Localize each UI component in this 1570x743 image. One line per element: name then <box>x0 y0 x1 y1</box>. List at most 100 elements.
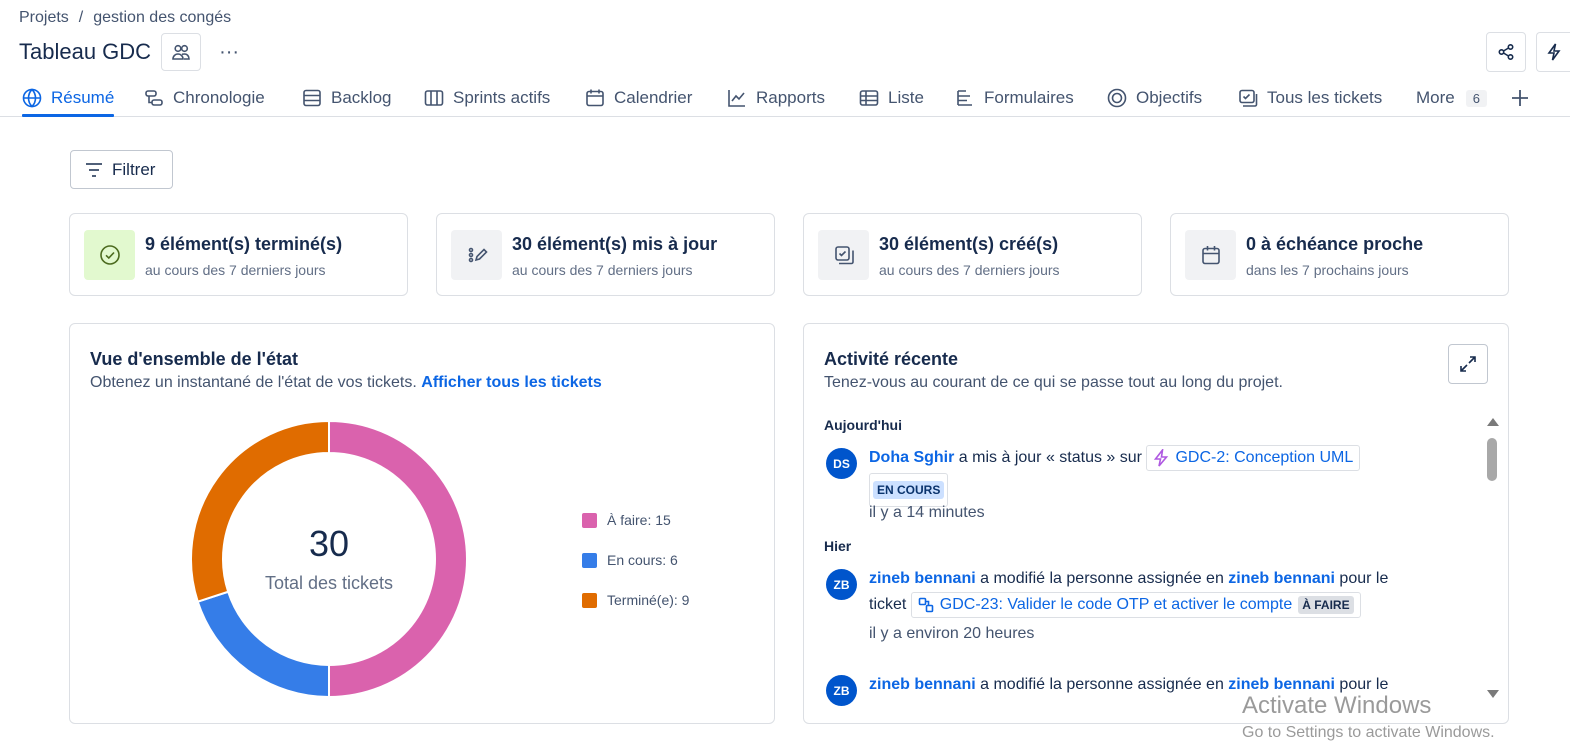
activity-user-link[interactable]: Doha Sghir <box>869 449 954 466</box>
view-all-tickets-link[interactable]: Afficher tous les tickets <box>421 374 602 391</box>
tab-objectifs[interactable]: Objectifs <box>1107 80 1202 116</box>
description-text: Obtenez un instantané de l'état de vos t… <box>90 374 417 391</box>
legend-swatch <box>582 552 597 568</box>
form-icon <box>957 90 972 106</box>
stat-title: 30 élément(s) mis à jour <box>512 234 718 254</box>
activity-user-link[interactable]: zineb bennani <box>869 676 976 693</box>
activity-text: Doha Sghir a mis à jour « status » sur G… <box>869 445 1429 508</box>
activity-action: a modifié la personne assignée en <box>980 570 1224 587</box>
avatar[interactable]: ZB <box>826 675 857 706</box>
tab-bar: Résumé Chronologie Backlog Sprints actif… <box>0 80 1570 117</box>
stat-card-updated[interactable]: 30 élément(s) mis à jour au cours des 7 … <box>436 213 775 296</box>
add-tab-button[interactable] <box>1510 80 1530 116</box>
activity-action: a modifié la personne assignée en <box>980 676 1224 693</box>
assignee-link[interactable]: zineb bennani <box>1228 676 1335 693</box>
ticket-title: GDC-2: Conception UML <box>1175 449 1354 466</box>
share-icon <box>1498 43 1514 61</box>
timeline-icon <box>145 90 163 106</box>
expand-icon <box>1460 356 1476 372</box>
filter-button[interactable]: Filtrer <box>70 150 173 189</box>
scroll-thumb[interactable] <box>1487 438 1497 481</box>
donut-slice-en-cours[interactable] <box>196 590 330 699</box>
avatar[interactable]: DS <box>826 448 857 479</box>
activity-scrollbar[interactable] <box>1486 418 1499 698</box>
stat-icon-wrap <box>818 230 869 280</box>
donut-slice--faire[interactable] <box>328 419 468 699</box>
tab-rapports[interactable]: Rapports <box>727 80 825 116</box>
legend-item[interactable]: En cours: 6 <box>582 550 689 570</box>
calendar-icon <box>586 89 604 107</box>
activity-user-link[interactable]: zineb bennani <box>869 570 976 587</box>
stat-subtitle: au cours des 7 derniers jours <box>879 262 1060 278</box>
ticket-link[interactable]: GDC-2: Conception UML <box>1146 445 1361 471</box>
more-actions-button[interactable]: ··· <box>209 33 249 71</box>
page-title: Tableau GDC <box>19 39 152 64</box>
legend-label: Terminé(e): 9 <box>607 592 690 608</box>
edit-icon <box>468 247 488 263</box>
tab-chronologie[interactable]: Chronologie <box>144 80 265 116</box>
tab-label: Formulaires <box>984 88 1074 107</box>
stat-card-due-soon[interactable]: 0 à échéance proche dans les 7 prochains… <box>1170 213 1509 296</box>
chart-line-icon <box>728 90 745 107</box>
ticket-link[interactable]: GDC-23: Valider le code OTP et activer l… <box>910 592 1361 618</box>
stat-subtitle: au cours des 7 derniers jours <box>512 262 693 278</box>
team-button[interactable] <box>161 33 202 71</box>
tab-resume[interactable]: Résumé <box>22 80 115 117</box>
day-label-today: Aujourd'hui <box>824 417 902 433</box>
target-icon <box>1107 88 1127 108</box>
avatar[interactable]: ZB <box>826 569 857 600</box>
chart-legend: À faire: 15 En cours: 6 Terminé(e): 9 <box>582 510 689 630</box>
legend-item[interactable]: À faire: 15 <box>582 510 689 530</box>
tab-label: Backlog <box>331 88 392 107</box>
legend-label: À faire: 15 <box>607 512 671 528</box>
tab-label: Tous les tickets <box>1267 88 1383 107</box>
activity-suffix: pour le <box>1339 676 1389 693</box>
stat-card-done[interactable]: 9 élément(s) terminé(s) au cours des 7 d… <box>69 213 408 296</box>
created-icon <box>834 246 854 265</box>
panel-description: Obtenez un instantané de l'état de vos t… <box>90 374 602 392</box>
activity-time: il y a 14 minutes <box>869 504 985 521</box>
tab-more[interactable]: More 6 <box>1416 80 1487 116</box>
assignee-link[interactable]: zineb bennani <box>1228 570 1335 587</box>
activity-action: a mis à jour « status » sur <box>958 449 1142 467</box>
legend-swatch <box>582 592 597 608</box>
tab-backlog[interactable]: Backlog <box>302 80 391 116</box>
backlog-icon <box>303 89 321 107</box>
tab-label: More <box>1416 88 1455 107</box>
tab-label: Liste <box>888 88 924 107</box>
automation-button[interactable] <box>1536 32 1570 72</box>
breadcrumb-separator: / <box>78 9 84 26</box>
windows-activation-watermark: Activate Windows Go to Settings to activ… <box>1242 692 1495 742</box>
breadcrumb-project-link[interactable]: gestion des congés <box>93 9 231 27</box>
share-button[interactable] <box>1486 32 1526 72</box>
stat-card-created[interactable]: 30 élément(s) créé(s) au cours des 7 der… <box>803 213 1142 296</box>
more-count-badge: 6 <box>1465 89 1487 107</box>
stat-icon-wrap <box>84 230 135 280</box>
calendar-icon <box>1201 246 1220 265</box>
legend-label: En cours: 6 <box>607 552 678 568</box>
panel-description: Tenez-vous au courant de ce qui se passe… <box>824 374 1283 391</box>
day-label-yesterday: Hier <box>824 538 852 554</box>
recent-activity-panel: Activité récente Tenez-vous au courant d… <box>803 323 1509 724</box>
tab-label: Objectifs <box>1136 88 1203 107</box>
status-badge-wrap: EN COURS <box>869 473 949 508</box>
tab-calendrier[interactable]: Calendrier <box>585 80 692 116</box>
globe-icon <box>22 88 42 108</box>
tab-sprints-actifs[interactable]: Sprints actifs <box>424 80 550 116</box>
tab-label: Sprints actifs <box>453 88 551 107</box>
scroll-up-arrow-icon[interactable] <box>1487 418 1499 426</box>
breadcrumb-projects-link[interactable]: Projets <box>19 9 69 27</box>
tab-liste[interactable]: Liste <box>859 80 924 116</box>
watermark-title: Activate Windows <box>1242 692 1432 719</box>
tab-tous-les-tickets[interactable]: Tous les tickets <box>1238 80 1382 116</box>
tab-formulaires[interactable]: Formulaires <box>955 80 1074 116</box>
subtask-icon <box>918 597 934 613</box>
lightning-icon <box>1547 43 1561 61</box>
tab-label: Résumé <box>51 88 115 107</box>
stat-icon-wrap <box>1185 230 1236 280</box>
list-icon <box>859 90 879 106</box>
legend-item[interactable]: Terminé(e): 9 <box>582 590 689 610</box>
expand-button[interactable] <box>1448 344 1488 384</box>
tickets-icon <box>1239 89 1258 107</box>
status-overview-panel: Vue d'ensemble de l'état Obtenez un inst… <box>69 323 775 724</box>
